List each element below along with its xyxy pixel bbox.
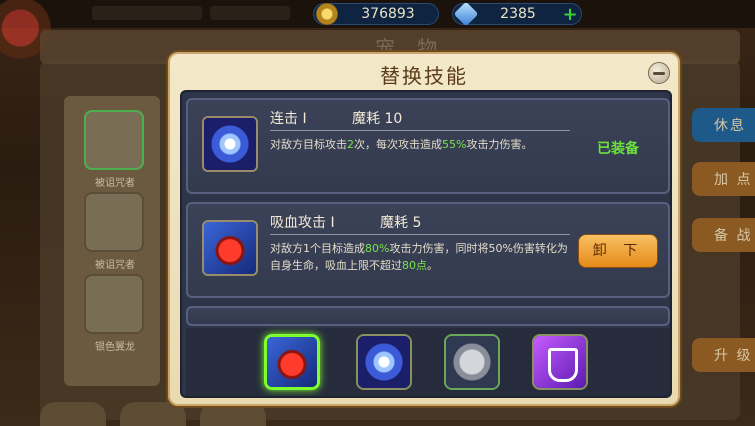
desc-text: 。: [427, 259, 438, 272]
desc-highlight: 55%: [442, 138, 467, 151]
skill-row-partial[interactable]: [186, 306, 670, 326]
rest-button[interactable]: 休息: [692, 108, 755, 142]
desc-text: 对敌方目标攻击: [270, 138, 347, 151]
desc-text: 对敌方1个目标造成: [270, 242, 365, 255]
replace-skill-dialog: 替换技能 连击 I 魔耗 10 对敌方目标攻击2次，每次攻击造成55%攻击力伤害…: [168, 52, 680, 406]
pet-name: 被诅咒者: [95, 178, 135, 189]
prepare-battle-button[interactable]: 备 战: [692, 218, 755, 252]
cost-value: 10: [384, 111, 403, 127]
stone-icon[interactable]: [444, 334, 500, 390]
skill-row-combo[interactable]: 连击 I 魔耗 10 对敌方目标攻击2次，每次攻击造成55%攻击力伤害。 已装备: [186, 98, 670, 194]
skill-description: 对敌方目标攻击2次，每次攻击造成55%攻击力伤害。: [270, 136, 570, 153]
blood-drain-icon[interactable]: [264, 334, 320, 390]
bottom-tab[interactable]: [40, 402, 106, 426]
desc-text: 攻击力伤害。: [466, 138, 533, 151]
add-points-button[interactable]: 加 点: [692, 162, 755, 196]
add-gems-icon[interactable]: +: [559, 4, 581, 25]
desc-text: 次，每次攻击造成: [354, 138, 442, 151]
pet-name: 被诅咒者: [95, 260, 135, 271]
skill-description: 对敌方1个目标造成80%攻击力伤害，同时将50%伤害转化为自身生命，吸血上限不超…: [270, 240, 570, 274]
gold-value: 376893: [361, 6, 415, 22]
skill-cost: 魔耗 10: [352, 108, 402, 128]
dialog-title: 替换技能: [380, 64, 468, 88]
shield-icon[interactable]: [532, 334, 588, 390]
cost-label: 魔耗: [352, 111, 380, 127]
player-info-bar: [92, 6, 202, 20]
skill-name: 连击 I: [270, 111, 307, 127]
gem-counter: 2385 +: [452, 1, 582, 27]
skill-row-blood-drain[interactable]: 吸血攻击 I 魔耗 5 对敌方1个目标造成80%攻击力伤害，同时将50%伤害转化…: [186, 202, 670, 298]
cost-label: 魔耗: [380, 215, 408, 231]
divider: [270, 130, 570, 131]
desc-highlight: 2: [347, 138, 354, 151]
upgrade-button[interactable]: 升 级: [692, 338, 755, 372]
cost-value: 5: [412, 215, 422, 231]
pet-card[interactable]: [84, 110, 144, 170]
pet-card[interactable]: [84, 274, 144, 334]
skill-cost: 魔耗 5: [380, 212, 421, 232]
skill-name: 吸血攻击 I: [270, 215, 335, 231]
skill-list: 连击 I 魔耗 10 对敌方目标攻击2次，每次攻击造成55%攻击力伤害。 已装备…: [180, 90, 672, 398]
energy-orb-icon[interactable]: [356, 334, 412, 390]
diamond-icon: [453, 1, 479, 27]
coin-icon: [316, 3, 338, 25]
skill-slot-bar: [186, 328, 670, 396]
pet-card[interactable]: [84, 192, 144, 252]
pet-name: 银色翼龙: [95, 342, 135, 353]
gem-value: 2385: [500, 6, 536, 22]
blood-drain-icon: [202, 220, 258, 276]
desc-highlight: 80点: [402, 259, 427, 272]
energy-orb-icon: [202, 116, 258, 172]
game-screen: 376893 2385 + 宠 物 被诅咒者 被诅咒者 银色翼龙 休息 加 点 …: [0, 0, 755, 426]
unequip-button[interactable]: 卸 下: [578, 234, 658, 268]
divider: [270, 234, 570, 235]
player-level-bar: [210, 6, 290, 20]
desc-highlight: 80%: [365, 242, 390, 255]
gold-counter: 376893: [313, 3, 439, 25]
equipped-status: 已装备: [597, 141, 639, 157]
close-icon[interactable]: [648, 62, 670, 84]
